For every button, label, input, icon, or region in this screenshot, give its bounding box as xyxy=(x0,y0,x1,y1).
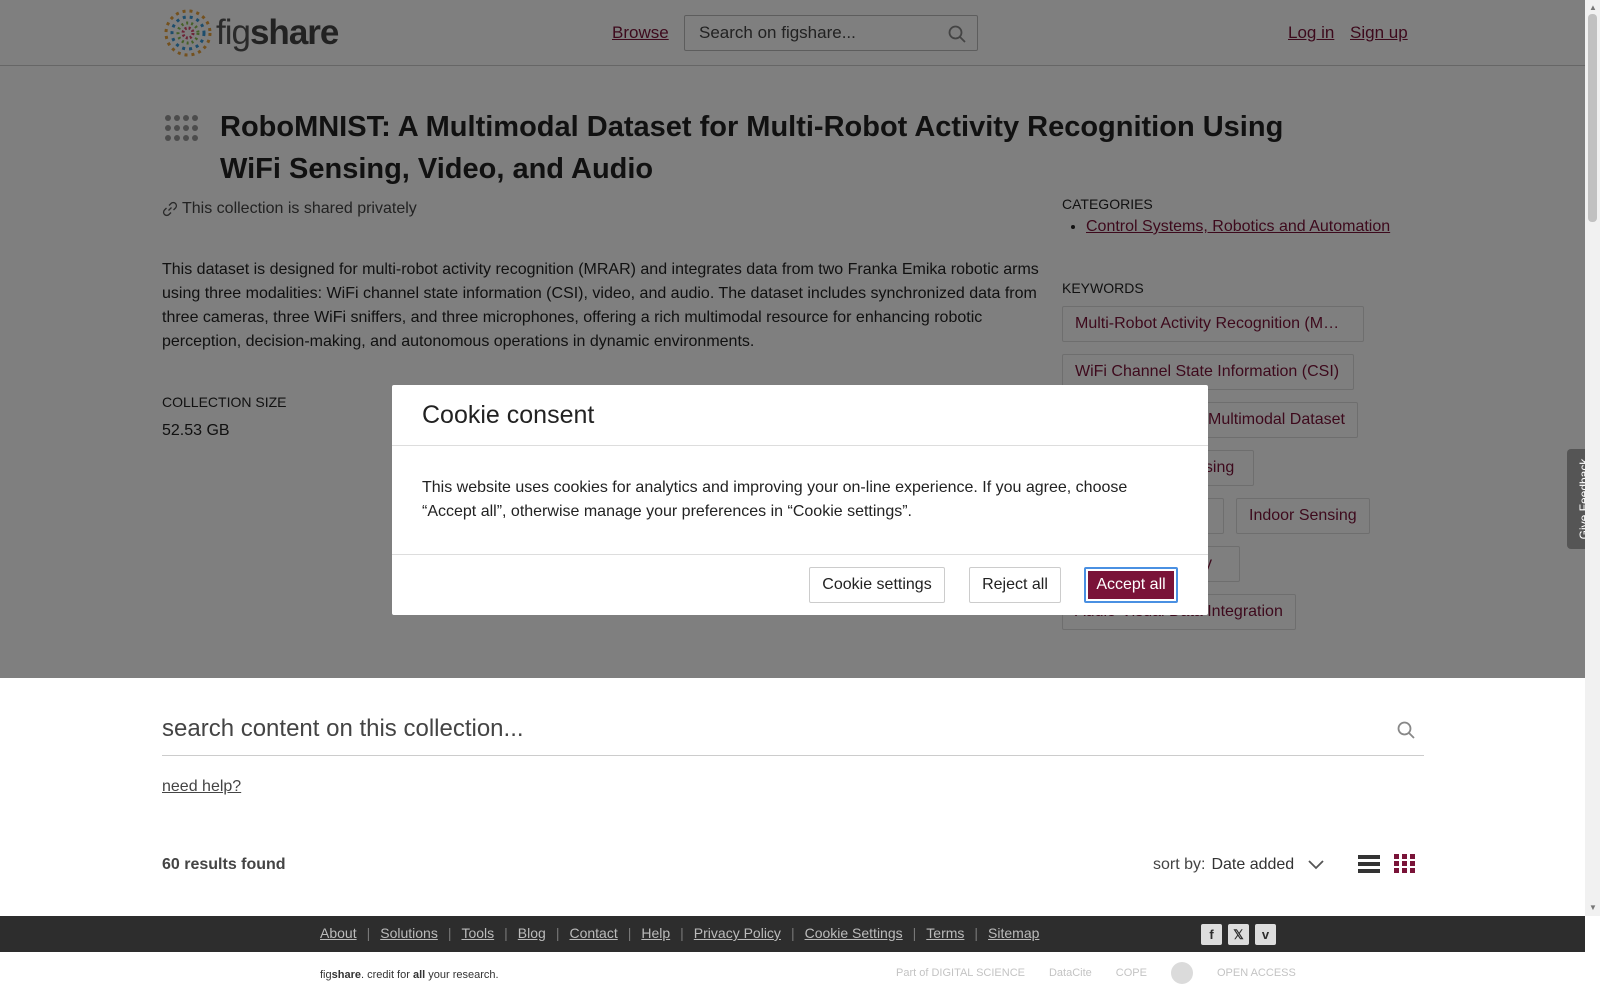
list-view-icon[interactable] xyxy=(1358,854,1380,874)
separator: | xyxy=(790,925,795,941)
cope-logo[interactable]: COPE xyxy=(1116,967,1147,979)
cookie-dialog-title: Cookie consent xyxy=(422,401,595,429)
footer-link-about[interactable]: About xyxy=(320,925,357,941)
digital-science-logo[interactable]: Part of DIGITAL SCIENCE xyxy=(896,967,1025,979)
divider xyxy=(392,554,1208,555)
separator: | xyxy=(447,925,452,941)
sort-control[interactable]: sort by: Date added xyxy=(1153,856,1324,874)
need-help-link[interactable]: need help? xyxy=(162,778,241,796)
footer-link-blog[interactable]: Blog xyxy=(518,925,546,941)
footer-link-tools[interactable]: Tools xyxy=(461,925,494,941)
separator: | xyxy=(974,925,979,941)
x-twitter-icon[interactable]: 𝕏 xyxy=(1228,924,1249,945)
footer-link-terms[interactable]: Terms xyxy=(926,925,964,941)
footer-link-privacy-policy[interactable]: Privacy Policy xyxy=(694,925,781,941)
footer-link-help[interactable]: Help xyxy=(641,925,670,941)
accept-all-button[interactable]: Accept all xyxy=(1084,567,1178,603)
search-icon[interactable] xyxy=(1396,720,1416,740)
open-access-logo[interactable]: OPEN ACCESS xyxy=(1217,967,1296,979)
cookie-settings-button[interactable]: Cookie settings xyxy=(809,567,945,603)
separator: | xyxy=(627,925,632,941)
datacite-logo[interactable]: DataCite xyxy=(1049,967,1092,979)
footer-tagline: figshare. credit for all your research. xyxy=(320,969,499,981)
separator: | xyxy=(680,925,684,941)
chevron-down-icon[interactable] xyxy=(1308,860,1324,870)
results-count: 60 results found xyxy=(162,856,286,873)
collection-search-input[interactable] xyxy=(162,704,1362,754)
sort-label: sort by: xyxy=(1153,856,1206,873)
footer-links-bar: About | Solutions | Tools | Blog | Contact | … xyxy=(0,916,1585,952)
scroll-up-arrow-icon[interactable]: ▲ xyxy=(1589,3,1597,12)
separator: | xyxy=(366,925,371,941)
footer-link-cookie-settings[interactable]: Cookie Settings xyxy=(805,925,903,941)
separator: | xyxy=(912,925,917,941)
footer-nav: About | Solutions | Tools | Blog | Contact | … xyxy=(320,925,1039,941)
facebook-icon[interactable]: f xyxy=(1201,924,1222,945)
grid-view-icon[interactable] xyxy=(1394,854,1416,874)
scrollbar-thumb[interactable] xyxy=(1588,14,1597,222)
social-links: f 𝕏 v xyxy=(1201,924,1276,945)
scroll-down-arrow-icon[interactable]: ▼ xyxy=(1589,903,1597,912)
partner-seal-icon[interactable] xyxy=(1170,962,1193,984)
collection-search[interactable] xyxy=(162,704,1424,756)
divider xyxy=(392,445,1208,446)
vimeo-icon[interactable]: v xyxy=(1255,924,1276,945)
separator: | xyxy=(555,925,560,941)
cookie-consent-dialog: Cookie consent This website uses cookies… xyxy=(392,385,1208,615)
footer-link-sitemap[interactable]: Sitemap xyxy=(988,925,1039,941)
page-scrollbar[interactable]: ▲ ▼ xyxy=(1585,0,1600,916)
reject-all-button[interactable]: Reject all xyxy=(969,567,1061,603)
footer-link-contact[interactable]: Contact xyxy=(569,925,617,941)
partner-logos: Part of DIGITAL SCIENCE DataCite COPE OP… xyxy=(896,962,1296,984)
footer-bottom: figshare. credit for all your research. … xyxy=(0,952,1585,1000)
sort-value[interactable]: Date added xyxy=(1211,856,1294,874)
collection-items-section: need help? 60 results found sort by: Dat… xyxy=(0,678,1585,916)
cookie-dialog-text: This website uses cookies for analytics … xyxy=(422,479,1128,520)
footer-link-solutions[interactable]: Solutions xyxy=(380,925,438,941)
separator: | xyxy=(504,925,508,941)
